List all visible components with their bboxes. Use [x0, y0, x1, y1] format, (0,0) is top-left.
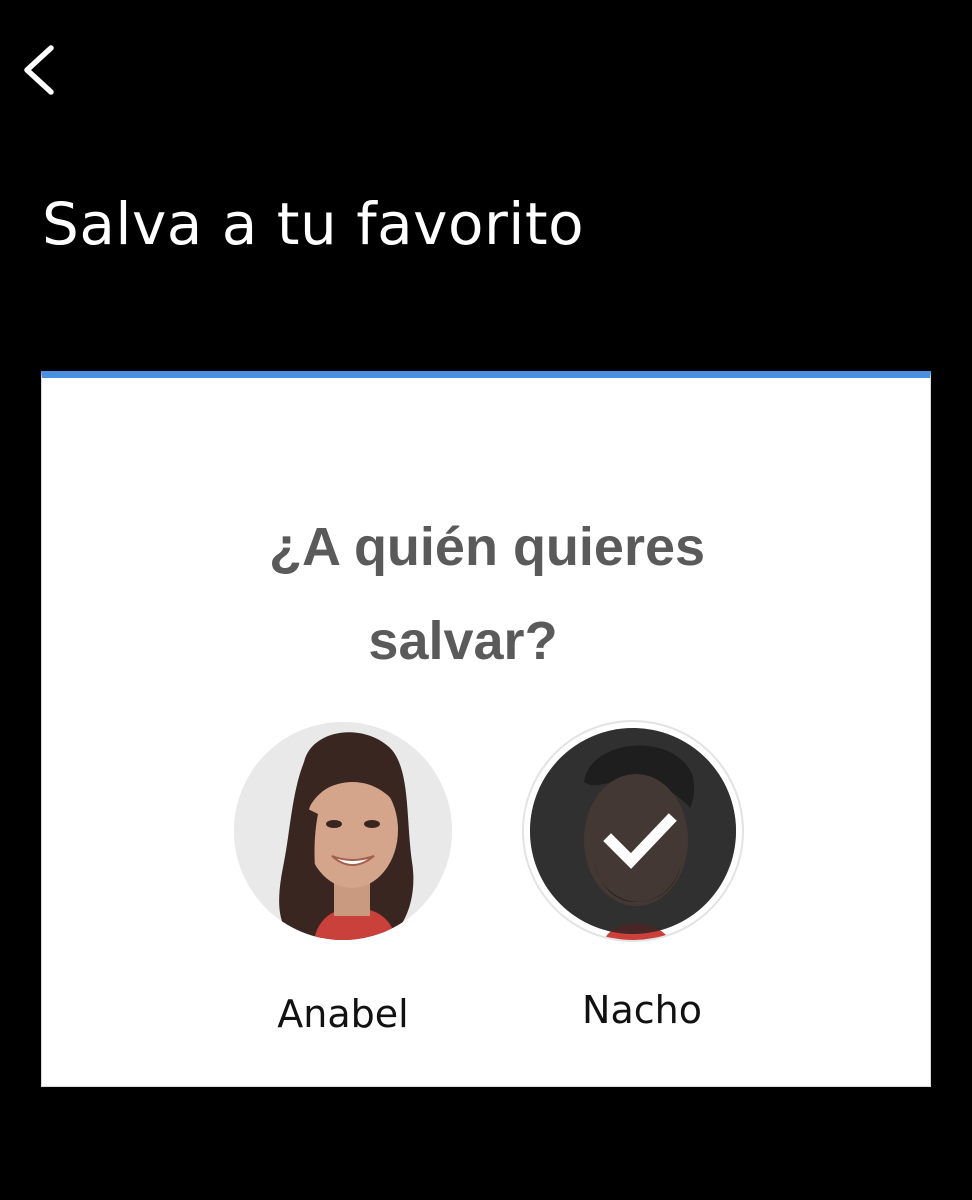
option-name: Nacho — [582, 988, 702, 1032]
back-button[interactable] — [14, 38, 66, 102]
page-title: Salva a tu favorito — [42, 190, 585, 258]
chevron-left-icon — [24, 45, 54, 95]
selected-overlay — [530, 728, 736, 934]
poll-question: ¿A quién quieres salvar? — [42, 500, 932, 688]
avatar-anabel[interactable] — [234, 722, 452, 940]
poll-question-line-1: ¿A quién quieres — [268, 517, 706, 577]
poll-card: ¿A quién quieres salvar? Anabel Nacho — [41, 371, 931, 1087]
checkmark-icon — [603, 813, 677, 869]
poll-option-anabel[interactable]: Anabel — [228, 718, 458, 1038]
avatar-nacho[interactable] — [522, 720, 744, 942]
poll-question-line-2: salvar? — [368, 611, 558, 671]
option-name: Anabel — [277, 992, 409, 1036]
avatar-anabel-image — [234, 722, 452, 940]
poll-option-nacho[interactable]: Nacho — [514, 718, 744, 1038]
